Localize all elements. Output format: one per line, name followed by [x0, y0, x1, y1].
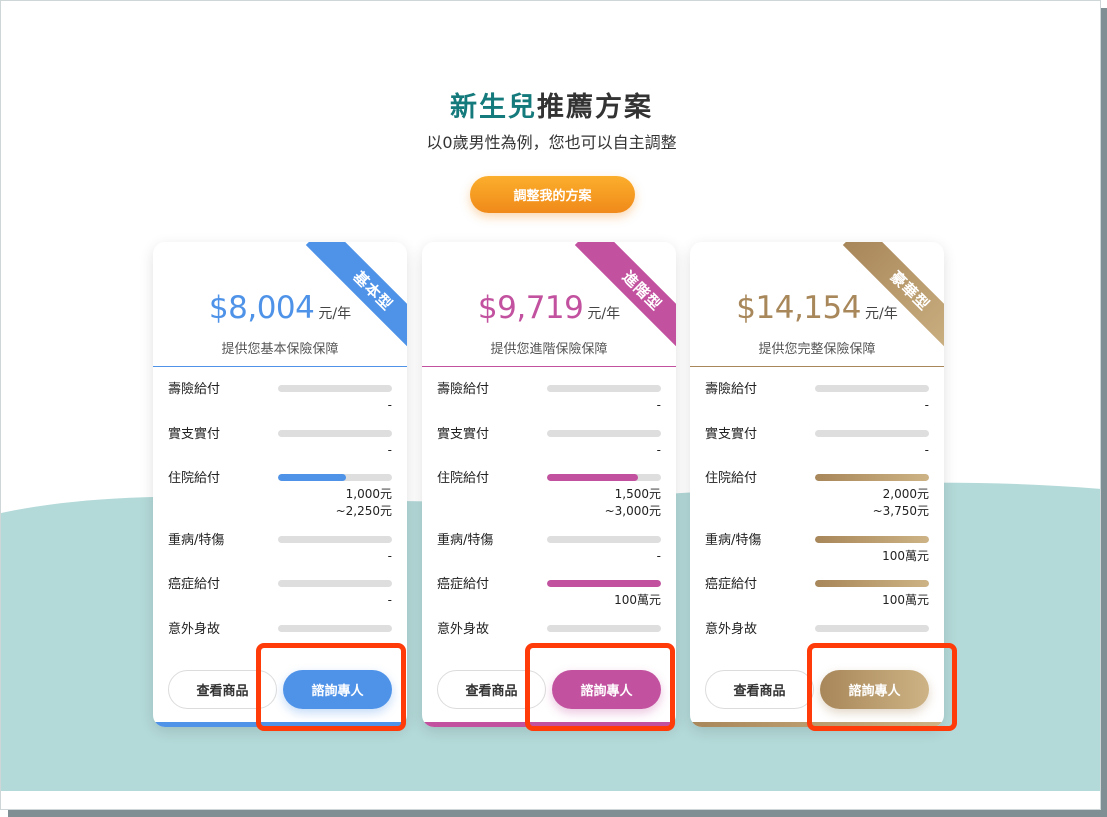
plan-price: $14,154 元/年 — [690, 290, 944, 326]
benefit-bar — [547, 430, 661, 437]
plan-price-unit: 元/年 — [587, 306, 621, 322]
plan-price-unit: 元/年 — [864, 306, 898, 322]
benefit-value: - — [924, 443, 929, 457]
benefit-bar-fill — [815, 536, 929, 543]
plan-divider — [422, 366, 676, 367]
benefit-value: - — [656, 443, 661, 457]
benefit-label: 壽險給付 — [705, 382, 758, 397]
benefit-value: - — [387, 398, 392, 412]
benefit-bar — [815, 385, 929, 392]
benefit-label: 實支實付 — [437, 427, 490, 442]
benefit-bar — [547, 580, 661, 587]
plan-price: $8,004 元/年 — [153, 290, 407, 326]
benefit-label: 意外身故 — [168, 622, 221, 637]
plan-price: $9,719 元/年 — [422, 290, 676, 326]
benefit-bar — [547, 625, 661, 632]
plan-divider — [690, 366, 944, 367]
page-frame: 新生兒推薦方案 以0歲男性為例，您也可以自主調整 調整我的方案 基本型 $8,0… — [0, 0, 1101, 810]
benefit-bar — [278, 580, 392, 587]
page-subtitle: 以0歲男性為例，您也可以自主調整 — [426, 133, 677, 152]
benefit-bar — [815, 536, 929, 543]
highlight-box-luxury — [807, 643, 957, 731]
benefit-label: 意外身故 — [437, 622, 490, 637]
page-title-rest: 推薦方案 — [537, 92, 653, 123]
benefit-value: - — [924, 398, 929, 412]
benefit-bar — [278, 536, 392, 543]
benefit-value: - — [656, 549, 661, 563]
benefit-label: 住院給付 — [168, 471, 221, 486]
benefit-value: 2,000元 ~3,750元 — [872, 487, 929, 518]
benefit-bar — [278, 385, 392, 392]
benefit-value: 1,500元 ~3,000元 — [604, 487, 661, 518]
benefit-label: 意外身故 — [705, 622, 758, 637]
benefit-value: 100萬元 — [614, 593, 661, 607]
benefit-value: 100萬元 — [882, 593, 929, 607]
benefit-label: 住院給付 — [705, 471, 758, 486]
benefit-label: 癌症給付 — [437, 577, 490, 592]
benefit-value: - — [656, 398, 661, 412]
benefit-value: - — [387, 593, 392, 607]
page-title-highlight: 新生兒 — [450, 92, 537, 123]
plan-price-amount: $9,719 — [477, 290, 584, 326]
benefit-label: 實支實付 — [705, 427, 758, 442]
plan-price-amount: $14,154 — [736, 290, 861, 326]
benefit-bar-fill — [278, 474, 347, 481]
benefit-label: 癌症給付 — [168, 577, 221, 592]
benefit-label: 重病/特傷 — [437, 533, 494, 548]
benefit-label: 壽險給付 — [168, 382, 221, 397]
benefit-label: 住院給付 — [437, 471, 490, 486]
benefit-bar-fill — [815, 474, 929, 481]
benefit-bar-fill — [547, 580, 661, 587]
benefit-label: 重病/特傷 — [168, 533, 225, 548]
plan-price-unit: 元/年 — [318, 306, 352, 322]
plan-price-amount: $8,004 — [208, 290, 315, 326]
benefit-value: 100萬元 — [882, 549, 929, 563]
benefit-label: 實支實付 — [168, 427, 221, 442]
plan-description: 提供您進階保險保障 — [490, 342, 608, 357]
benefit-bar-fill — [547, 474, 639, 481]
benefit-label: 壽險給付 — [437, 382, 490, 397]
benefit-bar-fill — [815, 580, 929, 587]
highlight-box-advanced — [525, 643, 675, 731]
plan-description: 提供您基本保險保障 — [221, 342, 339, 357]
highlight-box-basic — [256, 643, 406, 731]
benefit-bar — [278, 625, 392, 632]
benefit-bar — [278, 474, 392, 481]
benefit-bar — [547, 536, 661, 543]
benefit-value: 1,000元 ~2,250元 — [335, 487, 392, 518]
plan-description: 提供您完整保險保障 — [758, 342, 876, 357]
benefit-value: - — [387, 443, 392, 457]
plan-divider — [153, 366, 407, 367]
benefit-bar — [815, 580, 929, 587]
view-product-button[interactable]: 查看商品 — [705, 670, 814, 709]
benefit-label: 重病/特傷 — [705, 533, 762, 548]
page-title: 新生兒推薦方案 — [1, 85, 1100, 124]
benefit-bar — [815, 474, 929, 481]
benefit-bar — [815, 625, 929, 632]
benefit-bar — [815, 430, 929, 437]
benefit-label: 癌症給付 — [705, 577, 758, 592]
benefit-bar — [547, 385, 661, 392]
benefit-bar — [547, 474, 661, 481]
benefit-value: - — [387, 549, 392, 563]
adjust-plan-button[interactable]: 調整我的方案 — [470, 176, 635, 213]
benefit-bar — [278, 430, 392, 437]
